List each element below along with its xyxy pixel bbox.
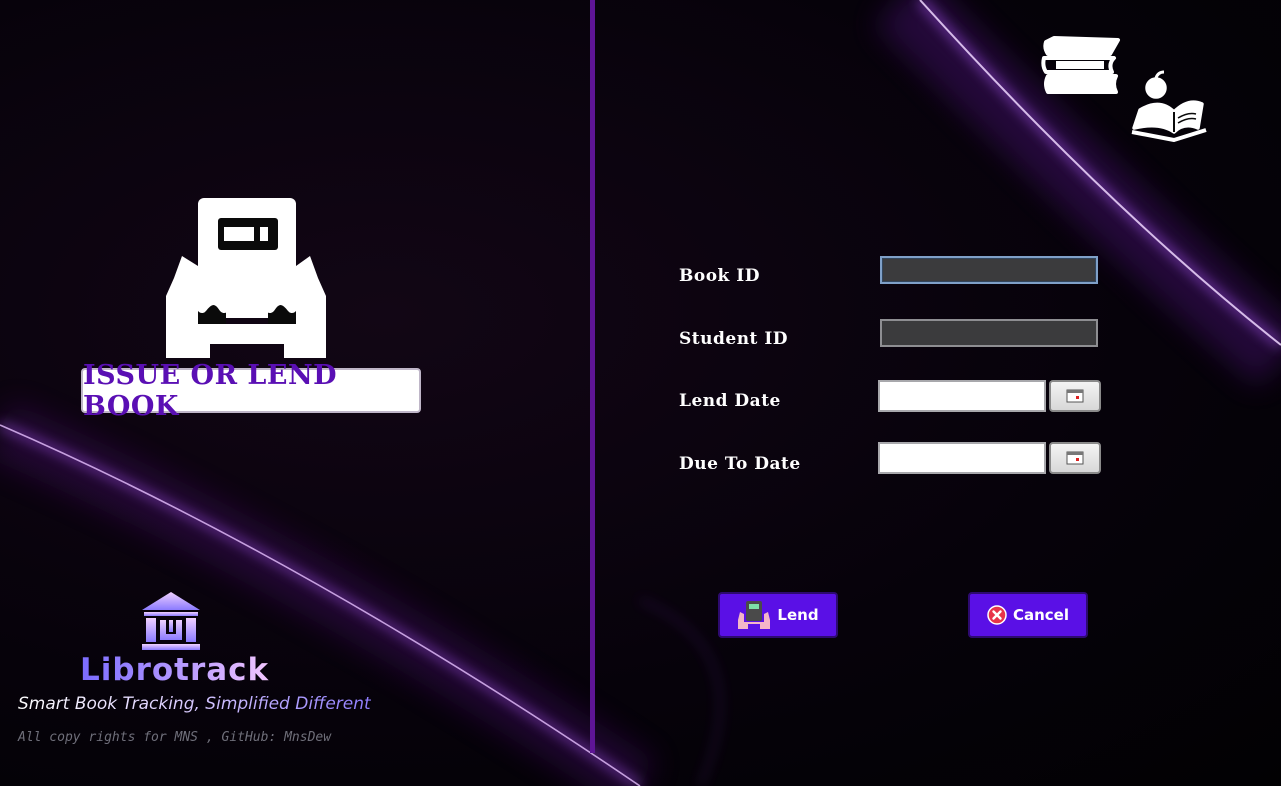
due-date-input[interactable] (878, 442, 1046, 474)
lend-button-label: Lend (777, 606, 819, 624)
due-date-label: Due To Date (679, 454, 801, 474)
book-id-input[interactable] (880, 256, 1098, 284)
student-id-label: Student ID (679, 329, 789, 349)
lend-book-window: ISSUE OR LEND BOOK Librotrack Smart Book… (0, 0, 1281, 786)
calendar-icon (1066, 451, 1084, 465)
book-id-label: Book ID (679, 266, 760, 286)
cancel-button[interactable]: Cancel (968, 592, 1088, 638)
library-building-icon (142, 592, 200, 650)
app-tagline: Smart Book Tracking, Simplified Differen… (18, 694, 371, 714)
calendar-icon (1066, 389, 1084, 403)
lend-icon (737, 600, 771, 630)
books-stack-icon (1041, 36, 1120, 94)
lend-date-label: Lend Date (679, 391, 781, 411)
lend-button[interactable]: Lend (718, 592, 838, 638)
panel-divider (590, 0, 595, 753)
reading-book-icon (1131, 70, 1207, 142)
hands-holding-device-icon (166, 198, 326, 358)
page-title: ISSUE OR LEND BOOK (81, 360, 421, 422)
student-id-input[interactable] (880, 319, 1098, 347)
due-date-picker-button[interactable] (1049, 442, 1101, 474)
app-logo-name: Librotrack (80, 652, 270, 688)
lend-date-picker-button[interactable] (1049, 380, 1101, 412)
cancel-icon (987, 605, 1007, 625)
copyright-text: All copy rights for MNS , GitHub: MnsDew (18, 730, 332, 745)
cancel-button-label: Cancel (1012, 606, 1069, 624)
lend-date-input[interactable] (878, 380, 1046, 412)
